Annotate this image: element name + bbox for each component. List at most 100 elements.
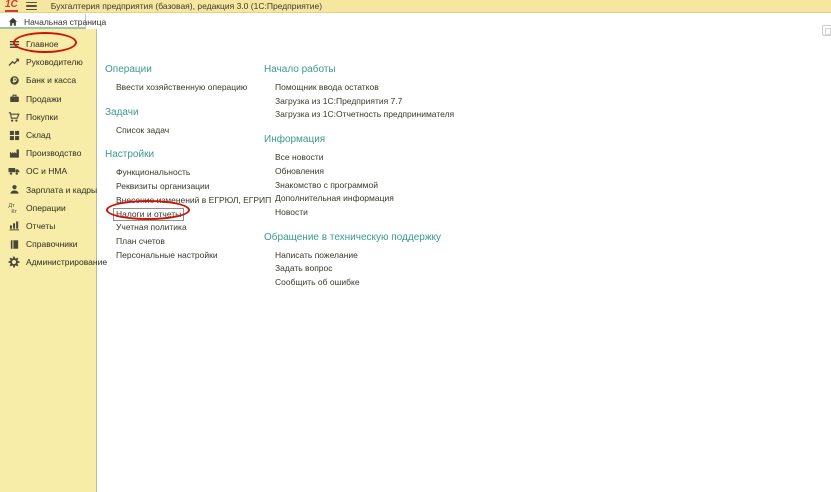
content-link-label: Персональные настройки (116, 250, 218, 261)
content-link-label: Сообщить об ошибке (275, 277, 360, 288)
content-link-label: Новости (275, 207, 308, 218)
section-zadachi: Задачи Список задач (105, 107, 260, 138)
sidebar-item-prodazhi[interactable]: Продажи (0, 90, 96, 108)
section-operacii: Операции Ввести хозяйственную операцию (105, 64, 260, 95)
content-link[interactable]: Функциональность (105, 166, 260, 180)
content-link-label: Учетная политика (116, 222, 187, 233)
content-link[interactable]: Задать вопрос (264, 262, 494, 276)
content-link-label: Функциональность (116, 167, 190, 178)
content-link[interactable]: Внесение изменений в ЕГРЮЛ, ЕГРИП (105, 194, 260, 208)
content-link[interactable]: Сообщить об ошибке (264, 276, 494, 290)
section-podderzhka: Обращение в техническую поддержку Написат… (264, 232, 494, 290)
section-header-informaciya: Информация (264, 134, 494, 145)
sidebar-item-label: Покупки (26, 112, 58, 122)
sidebar-item-glavnoe[interactable]: Главное (0, 35, 96, 53)
sidebar-item-label: Производство (26, 148, 81, 158)
content-link[interactable]: Обновления (264, 165, 494, 179)
sidebar-item-label: Операции (26, 203, 66, 213)
content-link-label: Написать пожелание (275, 250, 358, 261)
sidebar: Главное Руководителю Банк и касса Продажи По… (0, 29, 97, 492)
sidebar-item-label: Справочники (26, 239, 78, 249)
sidebar-item-label: Администрирование (26, 257, 107, 267)
sidebar-item-proizvodstvo[interactable]: Производство (0, 144, 96, 162)
svg-text:Кт: Кт (11, 209, 17, 214)
dtkt-icon: ДтКт (8, 202, 20, 214)
window-title: Бухгалтерия предприятия (базовая), редак… (45, 1, 322, 11)
section-header-operacii: Операции (105, 64, 260, 75)
content-link[interactable]: Знакомство с программой (264, 179, 494, 193)
sidebar-item-sklad[interactable]: Склад (0, 126, 96, 144)
content-link-label: Загрузка из 1С:Отчетность предпринимател… (275, 109, 454, 120)
content-link[interactable]: Налоги и отчеты (105, 208, 260, 222)
content-column-1: Операции Ввести хозяйственную операцию Зад… (105, 64, 260, 274)
sidebar-item-zarplata-i-kadry[interactable]: Зарплата и кадры (0, 181, 96, 199)
sidebar-item-pokupki[interactable]: Покупки (0, 108, 96, 126)
tab-bar: Начальная страница (0, 14, 831, 29)
cart-icon (8, 111, 20, 123)
truck-icon (8, 165, 20, 177)
hamburger-icon (8, 38, 20, 50)
book-icon (8, 238, 20, 250)
content-link-label: План счетов (116, 236, 165, 247)
content-link-label: Налоги и отчеты (113, 208, 184, 221)
section-header-nastroyki: Настройки (105, 149, 260, 160)
content-link-label: Все новости (275, 152, 323, 163)
bar-chart-icon (8, 220, 20, 232)
factory-icon (8, 147, 20, 159)
content-link[interactable]: Новости (264, 206, 494, 220)
sidebar-item-otchety[interactable]: Отчеты (0, 217, 96, 235)
tab-home-page-label: Начальная страница (24, 17, 106, 27)
content-link-label: Помощник ввода остатков (275, 82, 379, 93)
sidebar-item-label: Зарплата и кадры (26, 185, 97, 195)
content-link[interactable]: Написать пожелание (264, 249, 494, 263)
section-header-zadachi: Задачи (105, 107, 260, 118)
section-informaciya: Информация Все новости Обновления Знакомств… (264, 134, 494, 220)
content-link-label: Знакомство с программой (275, 180, 378, 191)
sidebar-item-administrirovanie[interactable]: Администрирование (0, 253, 96, 271)
section-header-podderzhka: Обращение в техническую поддержку (264, 232, 494, 243)
sidebar-item-label: Продажи (26, 94, 62, 104)
content-link[interactable]: Реквизиты организации (105, 180, 260, 194)
content-link[interactable]: Помощник ввода остатков (264, 81, 494, 95)
sidebar-item-label: Отчеты (26, 221, 55, 231)
content-link-label: Обновления (275, 166, 324, 177)
content-link-label: Задать вопрос (275, 263, 333, 274)
sidebar-item-rukovoditelyu[interactable]: Руководителю (0, 53, 96, 71)
coin-icon (8, 74, 20, 86)
sidebar-item-label: ОС и НМА (26, 166, 67, 176)
section-header-nachalo-raboty: Начало работы (264, 64, 494, 75)
content-link[interactable]: Ввести хозяйственную операцию (105, 81, 260, 95)
grid-icon (8, 129, 20, 141)
gear-icon (8, 256, 20, 268)
content-link-label: Загрузка из 1С:Предприятия 7.7 (275, 96, 402, 107)
content-link[interactable]: Учетная политика (105, 221, 260, 235)
section-nachalo-raboty: Начало работы Помощник ввода остатков Загр… (264, 64, 494, 122)
sidebar-item-spravochniki[interactable]: Справочники (0, 235, 96, 253)
sidebar-item-os-i-nma[interactable]: ОС и НМА (0, 162, 96, 180)
content-link-label: Дополнительная информация (275, 193, 394, 204)
content-link-label: Список задач (116, 125, 169, 136)
sidebar-item-label: Банк и касса (26, 75, 76, 85)
content-link[interactable]: План счетов (105, 235, 260, 249)
window-icon[interactable] (822, 25, 831, 36)
sidebar-item-operatsii[interactable]: ДтКт Операции (0, 199, 96, 217)
1c-logo: 1С (5, 0, 18, 12)
content-link[interactable]: Загрузка из 1С:Предприятия 7.7 (264, 95, 494, 109)
sidebar-item-label: Руководителю (26, 57, 83, 67)
title-bar: 1С Бухгалтерия предприятия (базовая), ре… (0, 0, 831, 13)
trend-up-icon (8, 56, 20, 68)
content-link[interactable]: Все новости (264, 151, 494, 165)
content-link[interactable]: Дополнительная информация (264, 192, 494, 206)
content-link-label: Ввести хозяйственную операцию (116, 82, 247, 93)
content-column-2: Начало работы Помощник ввода остатков Загр… (264, 64, 494, 302)
content-link[interactable]: Персональные настройки (105, 249, 260, 263)
briefcase-icon (8, 93, 20, 105)
content-link[interactable]: Загрузка из 1С:Отчетность предпринимател… (264, 108, 494, 122)
section-nastroyki: Настройки Функциональность Реквизиты орган… (105, 149, 260, 262)
content-link-label: Реквизиты организации (116, 181, 210, 192)
person-icon (8, 184, 20, 196)
content-link[interactable]: Список задач (105, 124, 260, 138)
sidebar-item-label: Склад (26, 130, 51, 140)
main-menu-hamburger-icon[interactable] (26, 0, 37, 12)
sidebar-item-bank-i-kassa[interactable]: Банк и касса (0, 71, 96, 89)
